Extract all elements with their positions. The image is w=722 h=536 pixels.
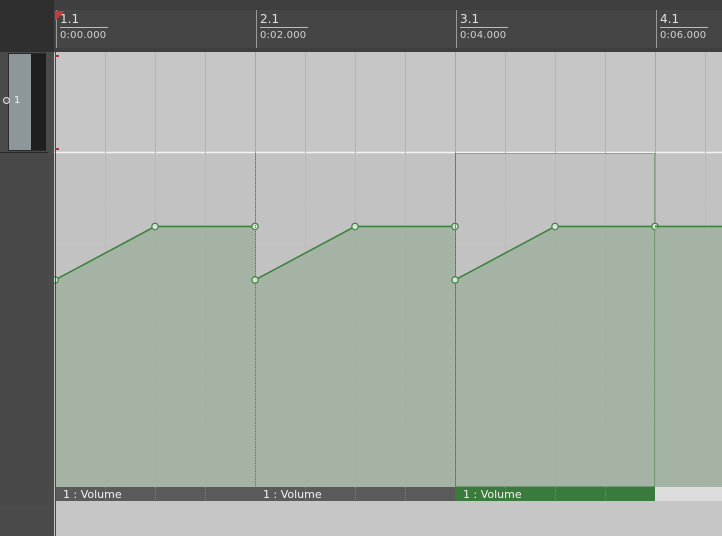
track-meter [31, 54, 46, 150]
track-pin-icon[interactable] [3, 97, 10, 104]
edit-cursor[interactable] [55, 52, 56, 536]
time-label: 0:02.000 [260, 30, 307, 41]
envelope-point[interactable] [451, 276, 459, 284]
envelope-lane-control[interactable] [0, 152, 48, 505]
envelope-fill [455, 226, 655, 488]
envelope-canvas[interactable]: 1 : Volume 1 : Volume 1 : Volume [54, 52, 722, 536]
time-label: 0:00.000 [60, 30, 107, 41]
ruler-tick [656, 10, 657, 48]
envelope-point[interactable] [251, 222, 259, 231]
ruler-underline [60, 27, 108, 28]
track-lane-bg [54, 52, 722, 152]
track-number: 1 [14, 95, 21, 106]
tcp-header [0, 0, 54, 52]
item-label: 1 : Volume [463, 488, 522, 501]
arrange-window: 1 1.1 0:00.000 2.1 0:02.000 3.1 0:04.000… [0, 0, 722, 536]
edit-cursor-marker [55, 148, 59, 150]
measure-label: 4.1 [660, 12, 680, 26]
arrange-view[interactable]: 1 : Volume 1 : Volume 1 : Volume [54, 52, 722, 536]
item-label: 1 : Volume [63, 488, 122, 501]
ruler-band [54, 10, 722, 48]
loop-start-flag-icon[interactable] [55, 11, 65, 21]
envelope-point[interactable] [151, 222, 159, 231]
envelope-fill [255, 226, 455, 488]
ruler-underline [660, 27, 708, 28]
envelope-fill [55, 226, 255, 488]
ruler-tick [256, 10, 257, 48]
envelope-point[interactable] [251, 276, 259, 284]
track-control-panel: 1 [0, 0, 54, 536]
ruler-underline [260, 27, 308, 28]
envelope-fill [655, 226, 722, 488]
time-label: 0:06.000 [660, 30, 707, 41]
item-label: 1 : Volume [263, 488, 322, 501]
ruler-underline [460, 27, 508, 28]
envelope-point[interactable] [351, 222, 359, 231]
time-label: 0:04.000 [460, 30, 507, 41]
timeline-ruler[interactable]: 1.1 0:00.000 2.1 0:02.000 3.1 0:04.000 4… [54, 0, 722, 52]
empty-lane-bg [54, 501, 722, 536]
edit-cursor-marker [55, 55, 59, 57]
empty-item-bar [655, 487, 722, 501]
measure-label: 3.1 [460, 12, 480, 26]
envelope-point[interactable] [551, 222, 559, 231]
ruler-tick [456, 10, 457, 48]
measure-label: 2.1 [260, 12, 280, 26]
